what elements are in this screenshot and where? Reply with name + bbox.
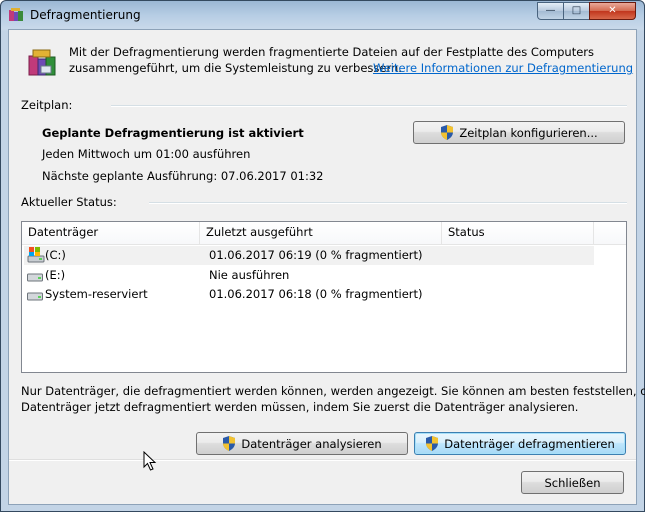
column-header-last-run[interactable]: Zuletzt ausgeführt	[200, 222, 442, 244]
uac-shield-icon	[223, 436, 236, 451]
defragment-disk-label: Datenträger defragmentieren	[444, 436, 615, 451]
mouse-cursor-icon	[143, 451, 157, 471]
minimize-button[interactable]: —	[537, 2, 564, 20]
close-window-button[interactable]: ✕	[589, 2, 636, 20]
close-button-label: Schließen	[544, 475, 601, 490]
defrag-large-icon	[28, 49, 56, 76]
intro-text-line2: zusammengeführt, um die Systemleistung z…	[69, 61, 402, 75]
column-header-status[interactable]: Status	[442, 222, 594, 244]
defrag-window: Defragmentierung — □ ✕ Mit der Defragmen…	[0, 0, 645, 512]
close-button[interactable]: Schließen	[521, 471, 624, 494]
drive-list[interactable]: Datenträger Zuletzt ausgeführt Status (C…	[21, 221, 627, 373]
schedule-status-title: Geplante Defragmentierung ist aktiviert	[42, 126, 304, 140]
status-section-label: Aktueller Status:	[21, 195, 117, 209]
column-header-drive[interactable]: Datenträger	[22, 222, 200, 244]
hint-text-line2: Datenträger jetzt defragmentiert werden …	[21, 400, 579, 414]
drive-icon	[27, 273, 43, 282]
defragment-disk-button[interactable]: Datenträger defragmentieren	[414, 432, 626, 455]
drive-icon	[27, 292, 43, 301]
schedule-section-label: Zeitplan:	[21, 98, 73, 112]
status-separator	[149, 202, 627, 204]
drive-row-c[interactable]: (C:) 01.06.2017 06:19 (0 % fragmentiert)	[24, 246, 594, 265]
analyze-disk-label: Datenträger analysieren	[241, 436, 382, 451]
schedule-recurrence: Jeden Mittwoch um 01:00 ausführen	[42, 147, 251, 161]
drive-name: (C:)	[45, 248, 66, 262]
drive-list-header: Datenträger Zuletzt ausgeführt Status	[22, 222, 626, 245]
drive-name: System-reserviert	[45, 287, 148, 301]
drive-last-run: Nie ausführen	[209, 268, 290, 282]
more-info-link[interactable]: Weitere Informationen zur Defragmentieru…	[373, 61, 633, 75]
drive-last-run: 01.06.2017 06:18 (0 % fragmentiert)	[209, 287, 423, 301]
footer-separator	[9, 459, 636, 461]
hint-text-line1: Nur Datenträger, die defragmentiert werd…	[21, 384, 645, 398]
drive-name: (E:)	[45, 268, 66, 282]
maximize-button[interactable]: □	[563, 2, 590, 20]
window-title: Defragmentierung	[30, 8, 141, 22]
configure-schedule-label: Zeitplan konfigurieren...	[459, 125, 598, 140]
uac-shield-icon	[426, 436, 439, 451]
system-drive-icon	[27, 247, 45, 263]
configure-schedule-button[interactable]: Zeitplan konfigurieren...	[413, 121, 625, 144]
intro-text-line1: Mit der Defragmentierung werden fragment…	[69, 45, 594, 59]
schedule-separator	[111, 105, 627, 107]
drive-row-e[interactable]: (E:) Nie ausführen	[24, 266, 594, 285]
title-bar[interactable]: Defragmentierung — □ ✕	[1, 1, 644, 29]
analyze-disk-button[interactable]: Datenträger analysieren	[196, 432, 408, 455]
drive-row-system-reserved[interactable]: System-reserviert 01.06.2017 06:18 (0 % …	[24, 285, 594, 304]
drive-last-run: 01.06.2017 06:19 (0 % fragmentiert)	[209, 248, 423, 262]
dialog-client-area: Mit der Defragmentierung werden fragment…	[8, 29, 645, 505]
uac-shield-icon	[441, 125, 454, 140]
defrag-app-icon	[9, 8, 23, 21]
schedule-next-run: Nächste geplante Ausführung: 07.06.2017 …	[42, 169, 324, 183]
